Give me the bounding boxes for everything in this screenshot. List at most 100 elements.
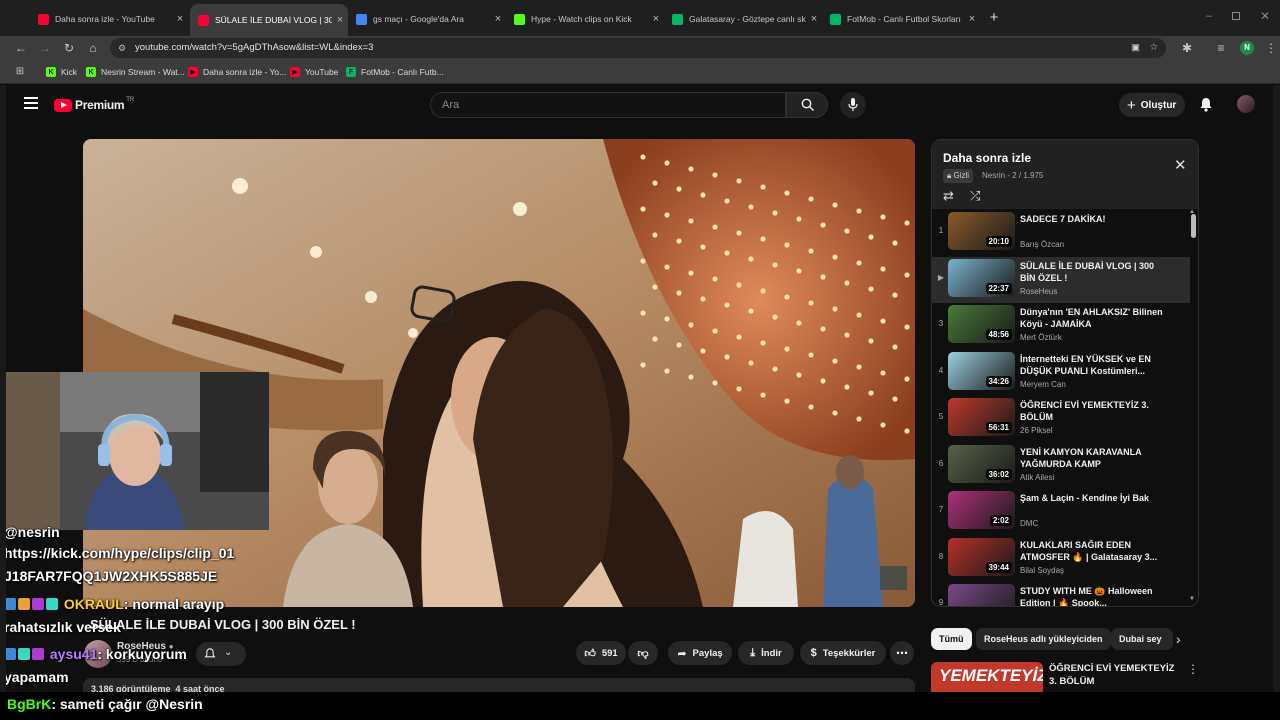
scroll-up-icon[interactable]: ▲ [1189, 209, 1195, 215]
bookmark-item[interactable]: ▶ YouTube [290, 65, 338, 79]
recommended-thumbnail: YEMEKTEYİZ [931, 662, 1043, 692]
create-button[interactable]: + Oluştur [1119, 93, 1185, 117]
forward-icon[interactable]: → [36, 39, 54, 57]
browser-tab[interactable]: Galatasaray - Göztepe canlı sko × [664, 6, 822, 32]
filter-chip[interactable]: RoseHeus adlı yükleyiciden [976, 628, 1111, 650]
guide-menu-icon[interactable] [24, 97, 38, 109]
youtube-icon [198, 14, 209, 26]
close-tab-icon[interactable]: × [172, 13, 188, 25]
playlist-item-thumbnail: 48:56 [948, 305, 1015, 343]
like-button[interactable]: 👍︎ 591 [576, 641, 626, 665]
minimize-button[interactable]: – [1202, 10, 1216, 24]
voice-search-button[interactable] [840, 92, 866, 118]
back-icon[interactable]: ← [12, 39, 30, 57]
bookmark-label: Nesrin Stream - Wat... [101, 67, 185, 77]
playlist-item-index: 5 [938, 412, 944, 421]
close-window-button[interactable]: ✕ [1258, 9, 1272, 23]
playlist-item-thumbnail: 22:37 [948, 258, 1015, 297]
bookmark-item[interactable]: K Nesrin Stream - Wat... [86, 65, 185, 79]
playlist-item-title: STUDY WITH ME 🎃 Halloween Edition | 🔥 Sp… [1020, 586, 1153, 607]
close-playlist-icon[interactable]: ✕ [1174, 156, 1187, 174]
chips-next-icon[interactable]: › [1176, 631, 1181, 647]
streamer-webcam [0, 372, 269, 530]
recommended-video-item[interactable]: YEMEKTEYİZ ÖĞRENCİ EVİ YEMEKTEYİZ 3. BÖL… [931, 662, 1199, 692]
extensions-icon[interactable]: ✱ [1178, 39, 1196, 57]
badge-icon [18, 598, 30, 610]
profile-avatar[interactable]: N [1240, 41, 1254, 55]
google-icon [356, 13, 367, 25]
bookmark-item[interactable]: ▶ Daha sonra izle - Yo... [188, 65, 286, 79]
playlist-item[interactable]: 1 20:10 SADECE 7 DAKİKA! Barış Özcan [932, 210, 1190, 256]
playlist-item[interactable]: 8 39:44 KULAKLARI SAĞIR EDEN ATMOSFER 🔥 | … [932, 536, 1190, 582]
share-button[interactable]: ➦ Paylaş [668, 641, 732, 665]
playlist-item-index: 1 [938, 226, 944, 235]
playlist-scrollbar[interactable] [1191, 214, 1196, 238]
notifications-bell-icon[interactable] [1199, 97, 1213, 112]
bookmark-label: Daha sonra izle - Yo... [203, 67, 287, 77]
dislike-button[interactable]: 👎︎ [628, 641, 658, 665]
logo-text: Premium [75, 98, 125, 112]
account-avatar[interactable] [1237, 95, 1255, 113]
new-tab-button[interactable]: + [986, 10, 1002, 26]
subscribed-bell-button[interactable]: ⌄ [196, 642, 246, 666]
browser-tab[interactable]: SÜLALE İLE DUBAİ VLOG | 300 B× [190, 4, 348, 36]
browser-tab[interactable]: gs maçı - Google'da Ara × [348, 6, 506, 32]
close-tab-icon[interactable]: × [648, 13, 664, 25]
reload-icon[interactable]: ↻ [60, 39, 78, 57]
youtube-header: Premium TR Ara + Oluştur [0, 85, 1280, 125]
search-input[interactable]: Ara [430, 92, 786, 118]
filter-chip[interactable]: Tümü [931, 628, 972, 650]
playlist-item[interactable]: ▶ 22:37 SÜLALE İLE DUBAİ VLOG | 300 BİN ÖZ… [932, 256, 1190, 303]
fotmob-icon [672, 13, 683, 25]
bookmark-item[interactable]: F FotMob - Canlı Futb... [346, 65, 444, 79]
more-vertical-icon[interactable]: ⋮ [1187, 662, 1199, 676]
chat-message-okraul: OKRAUL: normal arayıp [4, 596, 224, 612]
playlist-item[interactable]: 7 2:02 Şam & Laçin - Kendine İyi Bak DMC [932, 489, 1190, 535]
browser-tab[interactable]: Hype - Watch clips on Kick × [506, 6, 664, 32]
lock-icon: 🔒︎ [947, 171, 952, 180]
reading-list-icon[interactable]: ≡ [1212, 39, 1230, 57]
more-actions-button[interactable]: ⋯ [890, 641, 914, 665]
video-duration: 48:56 [985, 329, 1012, 340]
playlist-item[interactable]: 3 48:56 Dünya'nın 'EN AHLAKSIZ' Bilinen Kö… [932, 303, 1190, 349]
filter-chip[interactable]: Dubai sey [1111, 628, 1173, 650]
bookmark-item[interactable]: K Kick [46, 65, 77, 79]
download-button[interactable]: ⤓ İndir [738, 641, 794, 665]
browser-menu-icon[interactable]: ⋮ [1262, 39, 1280, 57]
close-tab-icon[interactable]: × [490, 13, 506, 25]
maximize-button[interactable] [1232, 12, 1240, 20]
webcam-frame [0, 372, 269, 530]
thanks-button[interactable]: $ Teşekkürler [800, 641, 886, 665]
scroll-down-icon[interactable]: ▼ [1189, 596, 1195, 602]
close-tab-icon[interactable]: × [964, 13, 980, 25]
playlist-item[interactable]: 4 34:26 İnternetteki EN YÜKSEK ve EN DÜŞÜK… [932, 350, 1190, 396]
loop-icon[interactable]: ⇄ [943, 188, 954, 204]
close-tab-icon[interactable]: × [806, 13, 822, 25]
playlist-title[interactable]: Daha sonra izle [943, 151, 1031, 165]
playlist-item-index: 3 [938, 319, 944, 328]
playlist-item-title: ÖĞRENCİ EVİ YEMEKTEYİZ 3. BÖLÜM [1020, 400, 1149, 422]
video-duration: 2:02 [989, 515, 1012, 526]
playlist-item[interactable]: 6 36:02 YENİ KAMYON KARAVANLA YAĞMURDA KAM… [932, 443, 1190, 489]
shuffle-icon[interactable]: ⤮ [970, 188, 980, 204]
badge-icon [32, 598, 44, 610]
address-bar[interactable]: ⚙ youtube.com/watch?v=5gAgDThAsow&list=W… [110, 38, 1166, 58]
browser-tab[interactable]: FotMob - Canlı Futbol Skorları × [822, 6, 980, 32]
browser-tab[interactable]: Daha sonra izle - YouTube × [30, 6, 188, 32]
video-duration: 34:26 [985, 375, 1012, 387]
chat-username: OKRAUL [63, 596, 124, 612]
playlist-item-title: KULAKLARI SAĞIR EDEN ATMOSFER 🔥 | Galata… [1020, 539, 1158, 562]
close-tab-icon[interactable]: × [332, 14, 348, 26]
playlist-item[interactable]: 5 56:31 ÖĞRENCİ EVİ YEMEKTEYİZ 3. BÖLÜM 26 … [932, 396, 1190, 442]
install-app-icon[interactable]: ▣ [1131, 38, 1140, 58]
youtube-premium-logo[interactable]: Premium TR [54, 97, 134, 113]
apps-grid-icon[interactable]: ⊞ [11, 63, 29, 81]
playlist-item-index: 9 [938, 598, 944, 607]
playlist-item[interactable]: 9 STUDY WITH ME 🎃 Halloween Edition | 🔥 S… [932, 582, 1190, 607]
site-info-icon[interactable]: ⚙ [118, 38, 126, 58]
search-button[interactable] [786, 92, 828, 118]
home-icon[interactable]: ⌂ [84, 39, 102, 57]
bookmark-label: YouTube [305, 67, 339, 77]
bookmark-star-icon[interactable]: ☆ [1149, 38, 1158, 58]
tab-title: SÜLALE İLE DUBAİ VLOG | 300 B [215, 15, 332, 25]
